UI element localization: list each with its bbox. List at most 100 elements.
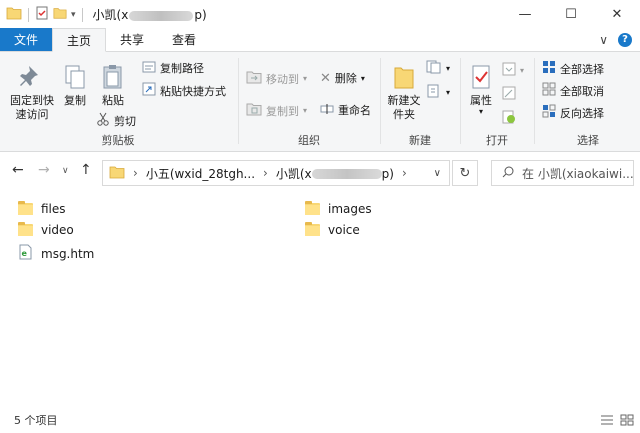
paste-shortcut-label: 粘贴快捷方式 xyxy=(160,84,226,98)
search-icon xyxy=(502,166,514,181)
tab-file[interactable]: 文件 xyxy=(0,28,52,51)
copy-label: 复制 xyxy=(64,94,86,107)
customize-qa-icon[interactable]: ▾ xyxy=(71,10,76,20)
paste-icon xyxy=(101,64,125,94)
list-item[interactable]: files xyxy=(18,201,66,216)
easy-access-button[interactable]: ▾ xyxy=(426,84,450,101)
select-all-button[interactable]: 全部选择 xyxy=(542,60,604,77)
paste-button[interactable]: 粘贴 xyxy=(96,64,130,108)
paste-shortcut-button[interactable]: 粘贴快捷方式 xyxy=(142,82,226,99)
divider xyxy=(28,7,29,22)
new-item-button[interactable]: ▾ xyxy=(426,60,450,77)
dropdown-arrow-icon: ▾ xyxy=(360,73,365,83)
title-suffix: p) xyxy=(194,8,207,22)
move-to-icon xyxy=(246,70,262,87)
chevron-right-icon[interactable]: › xyxy=(133,166,138,180)
new-group: 新建文件夹 ▾ ▾ 新建 xyxy=(382,56,458,148)
list-item[interactable]: e msg.htm xyxy=(18,244,94,263)
svg-text:e: e xyxy=(22,249,28,258)
divider xyxy=(534,58,535,144)
copy-to-button[interactable]: 复制到 ▾ xyxy=(246,102,307,119)
divider xyxy=(81,7,83,22)
list-item[interactable]: voice xyxy=(305,222,360,237)
file-name: files xyxy=(41,202,66,216)
folder-icon xyxy=(18,201,33,215)
history-icon xyxy=(502,110,516,127)
item-count: 5 个项目 xyxy=(14,414,58,427)
cut-label: 剪切 xyxy=(114,114,136,128)
tab-share[interactable]: 共享 xyxy=(106,28,158,51)
details-view-icon[interactable] xyxy=(600,414,614,429)
new-folder-label: 新建文件夹 xyxy=(387,94,421,121)
dropdown-arrow-icon: ▾ xyxy=(478,107,483,116)
recent-locations-icon[interactable]: ∨ xyxy=(62,166,69,176)
breadcrumb-item[interactable]: 小凯(x p) xyxy=(276,165,394,182)
copy-path-button[interactable]: 复制路径 xyxy=(142,60,204,76)
new-folder-icon[interactable] xyxy=(53,6,67,23)
folder-icon xyxy=(393,64,415,94)
select-all-label: 全部选择 xyxy=(560,62,604,76)
select-group: 全部选择 全部取消 反向选择 选择 xyxy=(536,56,640,148)
move-to-label: 移动到 xyxy=(266,72,299,86)
address-bar[interactable]: › 小五(wxid_28tgh... › 小凯(x p) › ∨ xyxy=(102,160,450,186)
file-name: images xyxy=(328,202,372,216)
file-name: video xyxy=(41,223,74,237)
breadcrumb-prefix: 小凯(x xyxy=(275,166,312,181)
redacted-blur xyxy=(311,169,382,179)
back-arrow-icon[interactable]: ← xyxy=(12,162,24,178)
copy-path-icon xyxy=(142,61,156,76)
new-group-label: 新建 xyxy=(409,134,431,147)
select-group-label: 选择 xyxy=(577,134,599,147)
address-dropdown-icon[interactable]: ∨ xyxy=(434,168,441,179)
rename-icon xyxy=(320,103,334,118)
breadcrumb-suffix: p) xyxy=(381,166,394,181)
search-box[interactable]: 在 小凯(xiaokaiwi... xyxy=(491,160,634,186)
minimize-button[interactable]: — xyxy=(502,0,548,29)
list-item[interactable]: video xyxy=(18,222,74,237)
rename-label: 重命名 xyxy=(338,104,371,117)
chevron-right-icon[interactable]: › xyxy=(263,166,268,180)
shortcut-icon xyxy=(142,82,156,99)
folder-icon xyxy=(305,222,320,236)
delete-button[interactable]: ✕ 删除 ▾ xyxy=(320,70,365,86)
organize-group: 移动到 ▾ 复制到 ▾ ✕ 删除 ▾ 重命名 组织 xyxy=(240,56,378,148)
large-icons-view-icon[interactable] xyxy=(620,414,634,429)
copy-to-label: 复制到 xyxy=(266,104,299,118)
edit-button[interactable] xyxy=(502,86,516,103)
cut-button[interactable]: 剪切 xyxy=(96,112,136,129)
history-button[interactable] xyxy=(502,110,516,127)
organize-group-label: 组织 xyxy=(298,134,320,147)
open-button[interactable]: ▾ xyxy=(502,62,524,79)
move-to-button[interactable]: 移动到 ▾ xyxy=(246,70,307,87)
refresh-icon: ↻ xyxy=(459,165,471,181)
invert-selection-button[interactable]: 反向选择 xyxy=(542,104,604,121)
new-folder-button[interactable]: 新建文件夹 xyxy=(384,64,424,122)
properties-button[interactable]: 属性 ▾ xyxy=(464,64,498,116)
close-button[interactable]: ✕ xyxy=(594,0,640,29)
list-item[interactable]: images xyxy=(305,201,372,216)
title-prefix: 小凯(x xyxy=(92,8,129,22)
properties-icon[interactable] xyxy=(35,6,49,23)
rename-button[interactable]: 重命名 xyxy=(320,102,371,118)
copy-button[interactable]: 复制 xyxy=(60,64,90,108)
select-none-button[interactable]: 全部取消 xyxy=(542,82,604,99)
open-group-label: 打开 xyxy=(486,134,508,147)
divider xyxy=(238,58,239,144)
chevron-right-icon[interactable]: › xyxy=(402,166,407,180)
help-icon[interactable]: ? xyxy=(618,32,632,47)
dropdown-arrow-icon: ▾ xyxy=(303,106,308,115)
clipboard-group-label: 剪贴板 xyxy=(101,134,135,147)
pin-quick-access-button[interactable]: 固定到快速访问 xyxy=(4,64,60,122)
forward-arrow-icon[interactable]: → xyxy=(38,162,50,178)
up-arrow-icon[interactable]: ↑ xyxy=(80,162,92,178)
title-bar: ▾ 小凯(x p) — ☐ ✕ xyxy=(0,0,640,29)
delete-label: 删除 xyxy=(334,72,357,85)
tab-view[interactable]: 查看 xyxy=(158,28,210,51)
maximize-button[interactable]: ☐ xyxy=(548,0,594,29)
folder-icon xyxy=(305,201,320,215)
pin-icon xyxy=(20,64,44,94)
refresh-button[interactable]: ↻ xyxy=(452,160,478,186)
tab-home[interactable]: 主页 xyxy=(52,28,107,52)
collapse-ribbon-icon[interactable]: ∨ xyxy=(599,33,608,47)
breadcrumb-item[interactable]: 小五(wxid_28tgh... xyxy=(146,165,255,182)
